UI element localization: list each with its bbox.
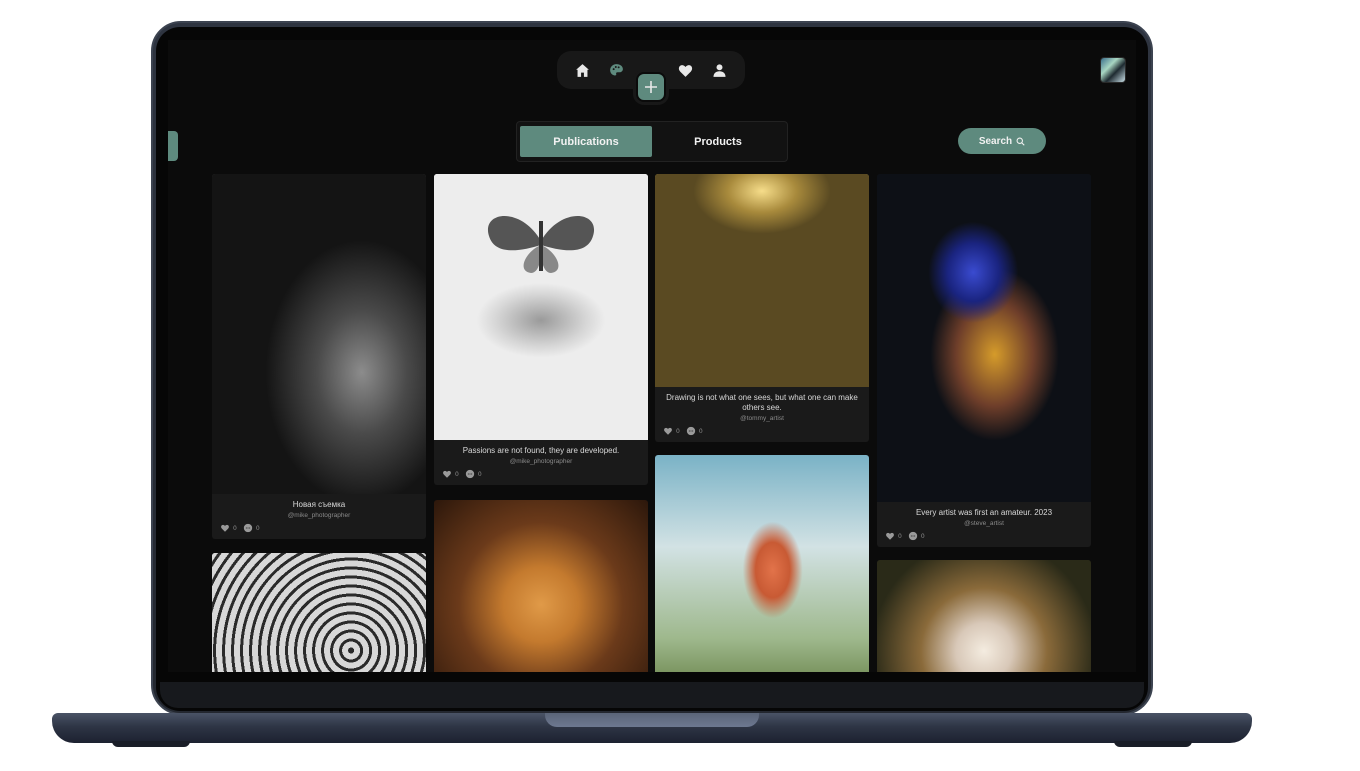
post-card[interactable]: [434, 500, 648, 672]
palette-icon: [610, 63, 623, 75]
post-card[interactable]: [655, 455, 869, 672]
search-button[interactable]: Search: [958, 128, 1046, 154]
comment-count: 0: [698, 427, 703, 435]
nav-home[interactable]: [569, 57, 595, 83]
comment-button[interactable]: 0: [908, 531, 925, 541]
post-author[interactable]: @mike_photographer: [220, 512, 418, 519]
heart-icon: [221, 524, 229, 532]
post-meta: Drawing is not what one sees, but what o…: [655, 387, 869, 442]
app-screen: Publications Products Search Новая съемк…: [168, 40, 1136, 672]
post-stats: 0 0: [220, 523, 418, 533]
laptop-foot-left: [112, 741, 190, 747]
comment-count: 0: [477, 470, 482, 478]
post-caption: Новая съемка: [292, 500, 346, 509]
post-image[interactable]: [434, 174, 648, 440]
post-card[interactable]: [877, 560, 1091, 672]
post-meta: Passions are not found, they are develop…: [434, 440, 648, 485]
laptop-notch: [545, 713, 759, 727]
comment-icon: [243, 523, 252, 533]
like-button[interactable]: 0: [220, 523, 237, 533]
comment-count: 0: [255, 524, 260, 532]
post-card[interactable]: Новая съемка @mike_photographer 0 0: [212, 174, 426, 539]
post-image[interactable]: [212, 553, 426, 672]
post-image[interactable]: [877, 560, 1091, 672]
nav-gallery[interactable]: [604, 57, 630, 83]
like-button[interactable]: 0: [885, 531, 902, 541]
tab-products[interactable]: Products: [652, 126, 784, 157]
nav-favorites[interactable]: [672, 57, 698, 83]
post-author[interactable]: @steve_artist: [885, 520, 1083, 527]
butterfly-illustration: [487, 215, 595, 273]
post-image[interactable]: [434, 500, 648, 672]
post-image[interactable]: [655, 174, 869, 387]
post-card[interactable]: Passions are not found, they are develop…: [434, 174, 648, 485]
post-caption: Drawing is not what one sees, but what o…: [666, 393, 858, 412]
search-label: Search: [978, 135, 1013, 147]
comment-icon: [686, 426, 695, 436]
like-count: 0: [233, 524, 237, 532]
post-card[interactable]: Drawing is not what one sees, but what o…: [655, 174, 869, 442]
post-stats: 0 0: [885, 531, 1083, 541]
post-meta: Every artist was first an amateur. 2023 …: [877, 502, 1091, 547]
comment-count: 0: [920, 532, 925, 540]
tab-publications[interactable]: Publications: [520, 126, 652, 157]
like-button[interactable]: 0: [442, 469, 459, 479]
heart-icon: [443, 470, 451, 478]
comment-icon: [908, 531, 917, 541]
heart-icon: [886, 532, 894, 540]
comment-button[interactable]: 0: [243, 523, 260, 533]
post-caption: Every artist was first an amateur. 2023: [915, 508, 1053, 517]
post-caption: Passions are not found, they are develop…: [462, 446, 620, 455]
search-icon: [1016, 137, 1025, 146]
post-stats: 0 0: [663, 426, 861, 436]
comment-button[interactable]: 0: [465, 469, 482, 479]
comment-button[interactable]: 0: [686, 426, 703, 436]
user-icon: [713, 63, 726, 77]
add-post-button[interactable]: [636, 72, 666, 102]
home-icon: [575, 63, 589, 77]
like-button[interactable]: 0: [663, 426, 680, 436]
plus-icon: [645, 81, 657, 93]
post-image[interactable]: [877, 174, 1091, 502]
post-meta: Новая съемка @mike_photographer 0 0: [212, 494, 426, 539]
nav-profile[interactable]: [707, 57, 733, 83]
laptop-foot-right: [1114, 741, 1192, 747]
sidebar-handle[interactable]: [168, 131, 178, 161]
comment-icon: [465, 469, 474, 479]
like-count: 0: [676, 427, 680, 435]
post-image[interactable]: [212, 174, 426, 494]
heart-icon: [664, 427, 672, 435]
content-tabs: Publications Products: [516, 121, 788, 162]
like-count: 0: [455, 470, 459, 478]
post-image[interactable]: [655, 455, 869, 672]
post-author[interactable]: @mike_photographer: [442, 458, 640, 465]
screen-chin: [160, 682, 1144, 708]
post-author[interactable]: @tommy_artist: [663, 415, 861, 422]
like-count: 0: [898, 532, 902, 540]
avatar[interactable]: [1100, 57, 1126, 83]
post-card[interactable]: [212, 553, 426, 672]
heart-icon: [678, 64, 692, 77]
post-card[interactable]: Every artist was first an amateur. 2023 …: [877, 174, 1091, 547]
post-stats: 0 0: [442, 469, 640, 479]
